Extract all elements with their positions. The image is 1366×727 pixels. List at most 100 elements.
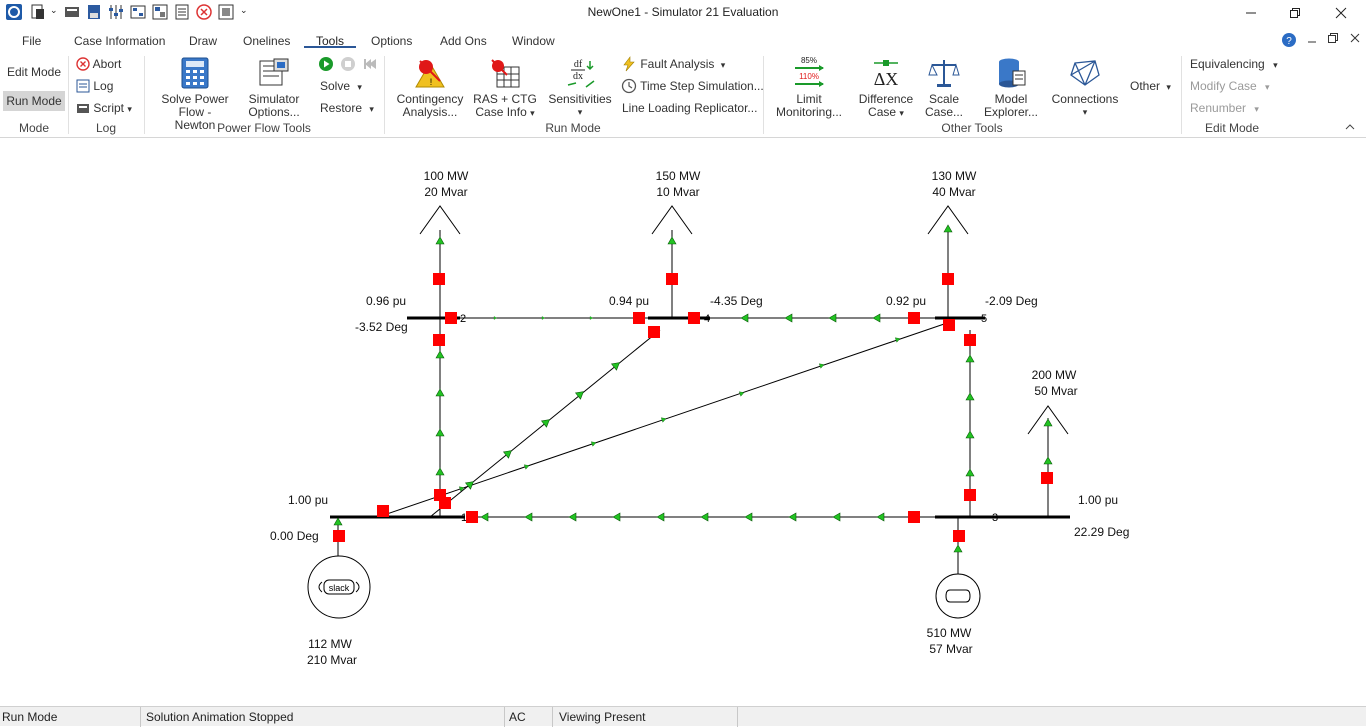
breaker[interactable] [942, 273, 954, 285]
breaker[interactable] [666, 273, 678, 285]
log-button[interactable]: Log [76, 79, 113, 93]
solve-dropdown-icon: ▾ [357, 82, 362, 92]
breaker[interactable] [964, 334, 976, 346]
breaker[interactable] [648, 326, 660, 338]
breaker[interactable] [433, 273, 445, 285]
tab-draw[interactable]: Draw [189, 34, 217, 48]
solve-label: Solve [320, 79, 351, 93]
renumber-dropdown-icon: ▾ [1254, 104, 1259, 114]
sensitivities-df-dx-icon: df dx [567, 59, 595, 88]
breaker[interactable] [333, 530, 345, 542]
flow-arrow [788, 512, 797, 522]
gen-bus1-mvar: 210 Mvar [306, 653, 358, 667]
connections-label: Connections [1051, 92, 1119, 106]
solve-dropdown-button[interactable]: Solve ▾ [320, 79, 362, 93]
bus-2-angle: -3.52 Deg [355, 320, 408, 334]
close-icon [1335, 7, 1347, 19]
edit-mode-button[interactable]: Edit Mode [3, 62, 65, 82]
breaker[interactable] [1041, 472, 1053, 484]
flow-arrow [541, 316, 545, 320]
play-icon[interactable] [318, 56, 334, 72]
tab-onelines[interactable]: Onelines [243, 34, 290, 48]
restore-dropdown-button[interactable]: Restore ▾ [320, 101, 374, 115]
modify-case-button[interactable]: Modify Case ▾ [1190, 79, 1270, 93]
bus-2-number: 2 [460, 313, 466, 325]
scale-case-button[interactable]: Scale Case... [922, 57, 966, 119]
flow-arrow [568, 512, 577, 522]
renumber-button[interactable]: Renumber ▾ [1190, 101, 1259, 115]
breaker[interactable] [908, 312, 920, 324]
breaker[interactable] [633, 312, 645, 324]
sensitivities-label: Sensitivities [548, 92, 612, 106]
tab-window[interactable]: Window [512, 34, 555, 48]
line-loading-replicator-button[interactable]: Line Loading Replicator... [622, 101, 757, 115]
tab-options[interactable]: Options [371, 34, 412, 48]
flow-arrow [965, 354, 975, 363]
minimize-button[interactable] [1228, 0, 1274, 26]
status-separator [504, 707, 505, 727]
limit-monitoring-label-2: Monitoring... [775, 105, 843, 119]
connections-button[interactable]: Connections ▾ [1048, 57, 1122, 119]
contingency-analysis-button[interactable]: ! Contingency Analysis... [393, 57, 467, 119]
status-mode: Run Mode [2, 710, 58, 724]
load-arrow-bus2[interactable] [419, 205, 461, 235]
simulator-options-button[interactable]: Simulator Options... [244, 57, 304, 119]
breaker[interactable] [466, 511, 478, 523]
time-step-simulation-button[interactable]: Time Step Simulation... [621, 78, 764, 94]
tab-add-ons[interactable]: Add Ons [440, 34, 487, 48]
oneline-diagram[interactable]: 1 2 3 4 5 slack 100 MW 20 Mvar 150 MW 10… [0, 138, 1366, 704]
restore-button[interactable] [1272, 0, 1318, 26]
stop-icon[interactable] [340, 56, 356, 72]
tab-case-information[interactable]: Case Information [74, 34, 165, 48]
fault-analysis-label: Fault Analysis [640, 57, 715, 71]
child-restore-icon[interactable] [1327, 32, 1339, 44]
load-arrow-bus4[interactable] [651, 205, 693, 235]
model-explorer-button[interactable]: Model Explorer... [980, 57, 1042, 119]
close-button[interactable] [1318, 0, 1364, 26]
child-close-icon[interactable] [1349, 32, 1361, 44]
breaker[interactable] [433, 334, 445, 346]
equivalencing-button[interactable]: Equivalencing ▾ [1190, 57, 1278, 71]
difference-case-button[interactable]: ΔX Difference Case ▾ [855, 57, 917, 120]
modify-case-label: Modify Case [1190, 79, 1257, 93]
other-dropdown-button[interactable]: Other ▾ [1130, 79, 1171, 93]
breaker[interactable] [908, 511, 920, 523]
breaker[interactable] [953, 530, 965, 542]
breaker[interactable] [377, 505, 389, 517]
bus-2-voltage: 0.96 pu [366, 294, 407, 308]
mode-group-label: Mode [18, 121, 50, 135]
svg-text:df: df [574, 59, 583, 70]
help-icon[interactable]: ? [1281, 32, 1297, 48]
breaker[interactable] [439, 497, 451, 509]
ras-ctg-case-info-text: Case Info [475, 105, 527, 119]
buses [330, 316, 1070, 519]
tab-file[interactable]: File [22, 34, 41, 48]
bus-1-angle: 0.00 Deg [270, 529, 319, 543]
breaker[interactable] [688, 312, 700, 324]
status-viewing: Viewing Present [559, 710, 646, 724]
restore-dropdown-icon: ▾ [369, 104, 374, 114]
flow-arrow [435, 467, 445, 476]
model-explorer-icon [999, 58, 1026, 88]
flow-arrow [480, 512, 489, 522]
simulator-options-icon [259, 58, 289, 86]
child-minimize-icon[interactable] [1306, 33, 1318, 45]
restore-icon [1290, 8, 1300, 18]
reset-icon[interactable] [362, 56, 378, 72]
load-bus4-mvar: 10 Mvar [656, 185, 700, 199]
abort-button[interactable]: Abort [76, 57, 121, 71]
run-mode-button[interactable]: Run Mode [3, 91, 65, 111]
breaker[interactable] [445, 312, 457, 324]
ras-ctg-case-info-button[interactable]: RAS + CTG Case Info ▾ [472, 57, 538, 120]
script-button[interactable]: Script ▾ [76, 101, 132, 115]
sensitivities-button[interactable]: df dx Sensitivities ▾ [546, 57, 614, 119]
fault-analysis-button[interactable]: Fault Analysis ▾ [621, 56, 725, 72]
breaker[interactable] [943, 319, 955, 331]
flow-arrow [589, 316, 593, 320]
generator-bus3[interactable] [935, 573, 981, 619]
collapse-ribbon-icon[interactable] [1344, 122, 1356, 132]
flow-arrow [667, 236, 677, 245]
generator-bus1[interactable]: slack [307, 555, 371, 619]
breaker[interactable] [964, 489, 976, 501]
limit-monitoring-button[interactable]: 85% 110% Limit Monitoring... [770, 55, 848, 119]
